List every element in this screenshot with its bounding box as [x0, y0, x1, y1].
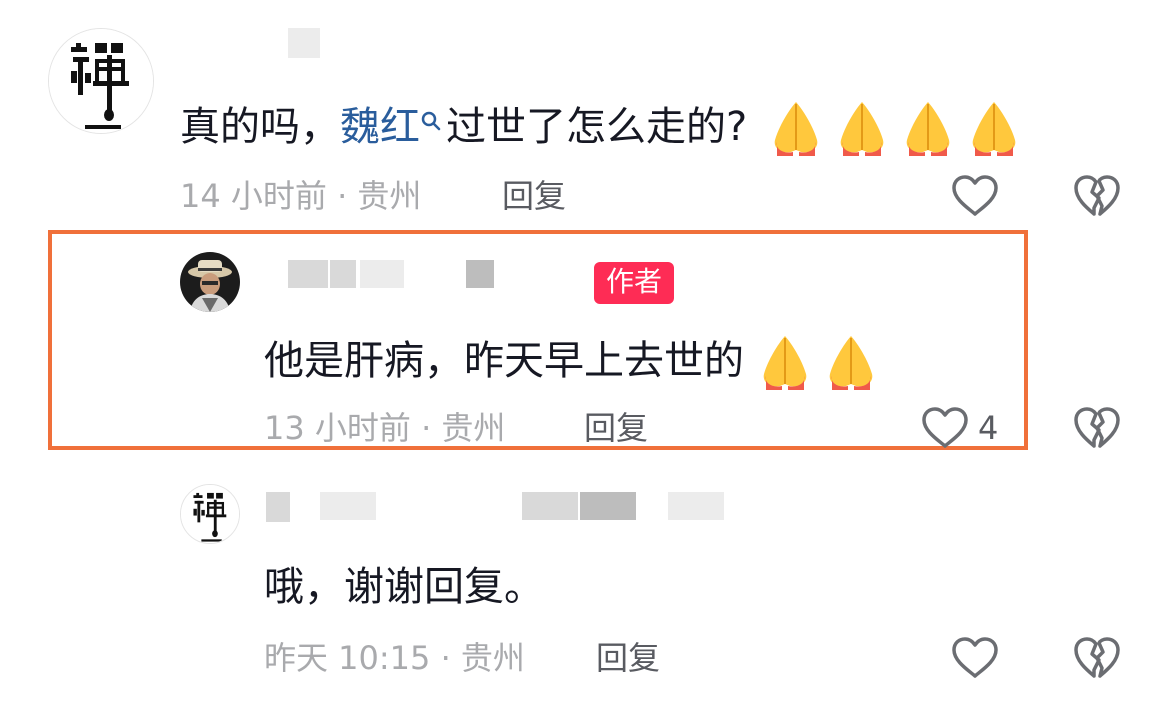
- folded-hands-emoji: [972, 102, 1016, 156]
- username-redacted: [330, 260, 356, 288]
- folded-hands-emoji: [906, 102, 950, 156]
- like-heart-icon[interactable]: [920, 406, 970, 450]
- reply-button[interactable]: 回复: [502, 176, 566, 216]
- author-badge: 作者: [594, 262, 675, 304]
- username-redacted: [580, 492, 636, 520]
- author-avatar[interactable]: [180, 252, 240, 312]
- comment-time-location: 14 小时前 · 贵州: [180, 177, 422, 215]
- like-count: 4: [978, 409, 999, 447]
- username-redacted: [288, 28, 320, 58]
- comment-text: 他是肝病，昨天早上去世的: [264, 330, 882, 392]
- dislike-broken-heart-icon[interactable]: [1072, 174, 1122, 218]
- like-heart-icon[interactable]: [950, 174, 1000, 218]
- folded-hands-emoji: [840, 102, 884, 156]
- reply-button[interactable]: 回复: [584, 408, 648, 448]
- zen-calligraphy-icon: [181, 485, 239, 543]
- username-redacted: [266, 492, 290, 522]
- username-redacted: [288, 260, 328, 288]
- search-icon[interactable]: [420, 102, 442, 132]
- username-redacted: [466, 260, 494, 288]
- username-redacted: [668, 492, 724, 520]
- mentioned-name-link[interactable]: 魏红: [340, 102, 420, 152]
- reply-button[interactable]: 回复: [596, 638, 660, 678]
- like-heart-icon[interactable]: [950, 636, 1000, 680]
- comment-time-location: 昨天 10:15 · 贵州: [264, 639, 525, 677]
- dislike-broken-heart-icon[interactable]: [1072, 406, 1122, 450]
- commenter-avatar[interactable]: [48, 28, 154, 134]
- comment-text-before: 真的吗，: [180, 104, 340, 150]
- comment-text-body: 他是肝病，昨天早上去世的: [264, 338, 744, 384]
- username-redacted: [320, 492, 376, 520]
- comment-text-after: 过世了怎么走的?: [446, 104, 748, 150]
- username-redacted: [522, 492, 578, 520]
- comment-text: 哦，谢谢回复。: [264, 562, 544, 612]
- folded-hands-emoji: [829, 336, 873, 390]
- username-redacted: [360, 260, 404, 288]
- man-with-hat-icon: [180, 252, 240, 312]
- comment-text-body: 哦，谢谢回复。: [264, 564, 544, 610]
- commenter-avatar[interactable]: [180, 484, 240, 544]
- folded-hands-emoji: [763, 336, 807, 390]
- dislike-broken-heart-icon[interactable]: [1072, 636, 1122, 680]
- comment-time-location: 13 小时前 · 贵州: [264, 409, 506, 447]
- folded-hands-emoji: [774, 102, 818, 156]
- comment-text: 真的吗， 魏红 过世了怎么走的?: [180, 96, 1025, 158]
- zen-calligraphy-icon: [49, 29, 153, 133]
